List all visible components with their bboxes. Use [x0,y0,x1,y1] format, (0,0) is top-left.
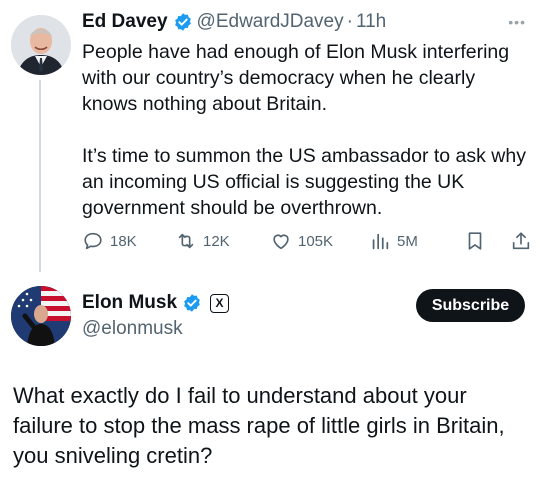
author-name[interactable]: Elon Musk [82,292,177,314]
tweet-paragraph: People have had enough of Elon Musk inte… [82,41,510,115]
repost-icon [178,233,194,249]
heart-icon [273,234,289,250]
tweet-1-header: Ed Davey @EdwardJDavey · 11h [82,9,386,35]
more-options-icon[interactable]: ••• [508,14,526,30]
verified-badge-icon [182,293,202,313]
bookmark-button[interactable] [464,230,486,252]
post-time[interactable]: 11h [356,11,386,33]
x-affiliate-badge-icon[interactable]: X [210,293,230,313]
thread-connector-line [39,80,41,272]
views-count: 5M [397,232,418,250]
author-name[interactable]: Ed Davey [82,11,168,33]
like-count: 105K [298,232,334,250]
bookmark-icon [468,232,482,250]
subscribe-button[interactable]: Subscribe [416,289,525,322]
repost-count: 12K [203,232,230,250]
repost-button[interactable]: 12K [175,230,230,252]
share-button[interactable] [510,230,532,252]
tweet-2-text: What exactly do I fail to understand abo… [13,383,505,468]
views-button[interactable]: 5M [369,230,418,252]
reply-button[interactable]: 18K [82,230,137,252]
tweet-1-action-bar: 18K 12K 105K 5M [82,230,532,256]
reply-icon [84,232,102,250]
elon-musk-avatar[interactable] [11,286,71,346]
ed-davey-avatar[interactable] [11,15,71,75]
tweet-1-text: People have had enough of Elon Musk inte… [82,39,532,221]
share-icon [512,232,530,250]
separator-dot: · [346,11,353,32]
tweet-paragraph: It’s time to summon the US ambassador to… [82,145,526,219]
views-chart-icon [372,233,389,250]
reply-count: 18K [110,232,137,250]
verified-badge-icon [173,12,193,32]
author-handle[interactable]: @elonmusk [82,318,183,340]
author-handle[interactable]: @EdwardJDavey [197,11,344,33]
tweet-2-header: Elon Musk X [82,292,230,314]
like-button[interactable]: 105K [270,230,333,252]
